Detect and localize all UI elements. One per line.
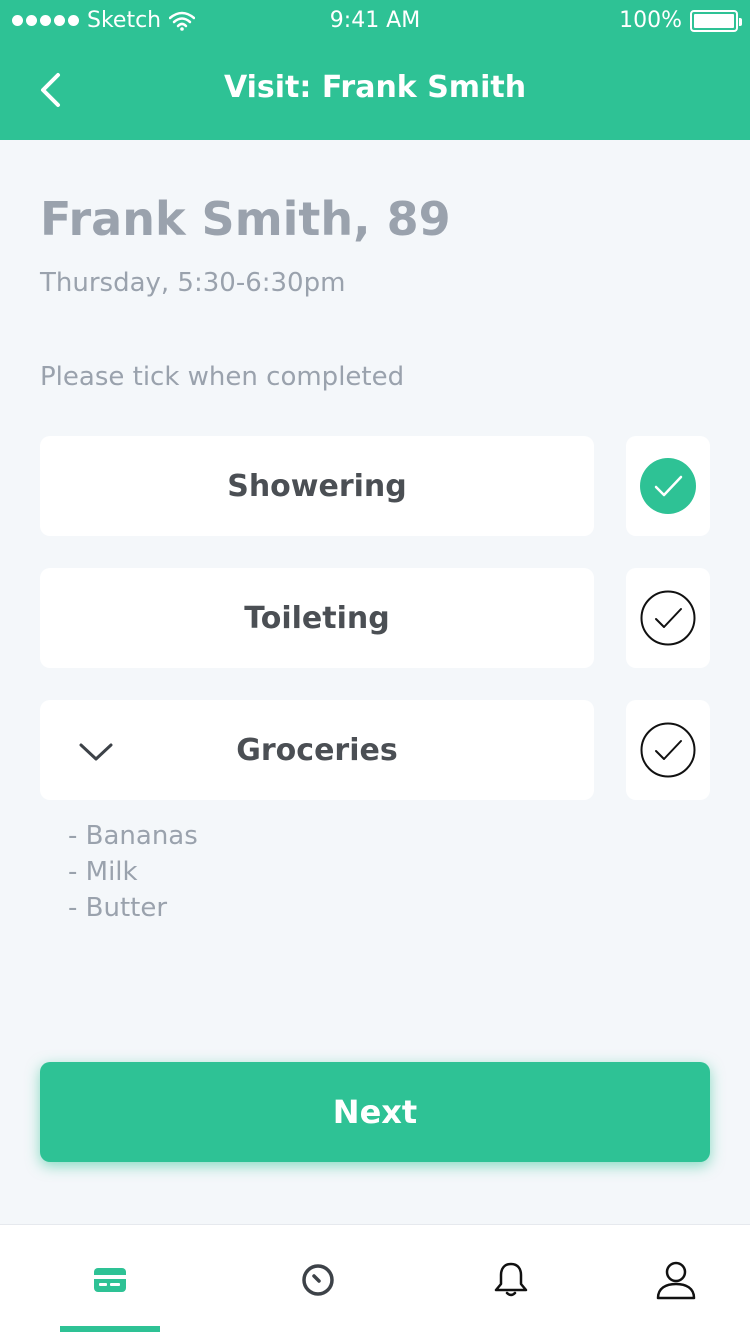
tab-profile[interactable]: [582, 1225, 750, 1334]
battery-percent: 100%: [619, 8, 682, 33]
tab-visits[interactable]: [16, 1225, 203, 1334]
tab-bar: [0, 1224, 750, 1334]
profile-icon: [656, 1261, 695, 1300]
task-card-toileting[interactable]: Toileting: [40, 568, 594, 668]
check-filled-icon: [640, 458, 696, 514]
list-item: - Milk: [68, 857, 138, 887]
active-tab-indicator: [60, 1326, 160, 1332]
task-card-showering[interactable]: Showering: [40, 436, 594, 536]
card-icon: [93, 1268, 126, 1292]
task-label: Groceries: [236, 732, 398, 768]
status-right: 100%: [619, 8, 742, 33]
clock-icon: [301, 1264, 334, 1296]
task-label: Showering: [227, 468, 407, 504]
next-button-label: Next: [332, 1093, 418, 1131]
instruction-text: Please tick when completed: [40, 362, 405, 392]
patient-name-age: Frank Smith, 89: [40, 192, 451, 246]
tab-schedule[interactable]: [224, 1225, 411, 1334]
check-outline-icon: [640, 590, 696, 646]
grocery-list: - Bananas - Milk - Butter: [68, 818, 198, 926]
list-item: - Butter: [68, 893, 168, 923]
task-label: Toileting: [244, 600, 390, 636]
list-item: - Bananas: [68, 821, 198, 851]
battery-icon: [690, 9, 742, 32]
status-bar: Sketch 9:41 AM 100%: [0, 0, 750, 44]
visit-time: Thursday, 5:30-6:30pm: [40, 268, 346, 298]
task-checkbox-groceries[interactable]: [626, 700, 710, 800]
task-card-groceries[interactable]: Groceries: [40, 700, 594, 800]
check-outline-icon: [640, 722, 696, 778]
task-checkbox-toileting[interactable]: [626, 568, 710, 668]
page-title: Visit: Frank Smith: [223, 70, 527, 105]
task-checkbox-showering[interactable]: [626, 436, 710, 536]
next-button[interactable]: Next: [40, 1062, 710, 1162]
tab-notifications[interactable]: [417, 1225, 604, 1334]
chevron-down-icon[interactable]: [76, 734, 116, 766]
app-header: Sketch 9:41 AM 100% Visit: Frank Smith: [0, 0, 750, 140]
bell-icon: [494, 1262, 527, 1297]
